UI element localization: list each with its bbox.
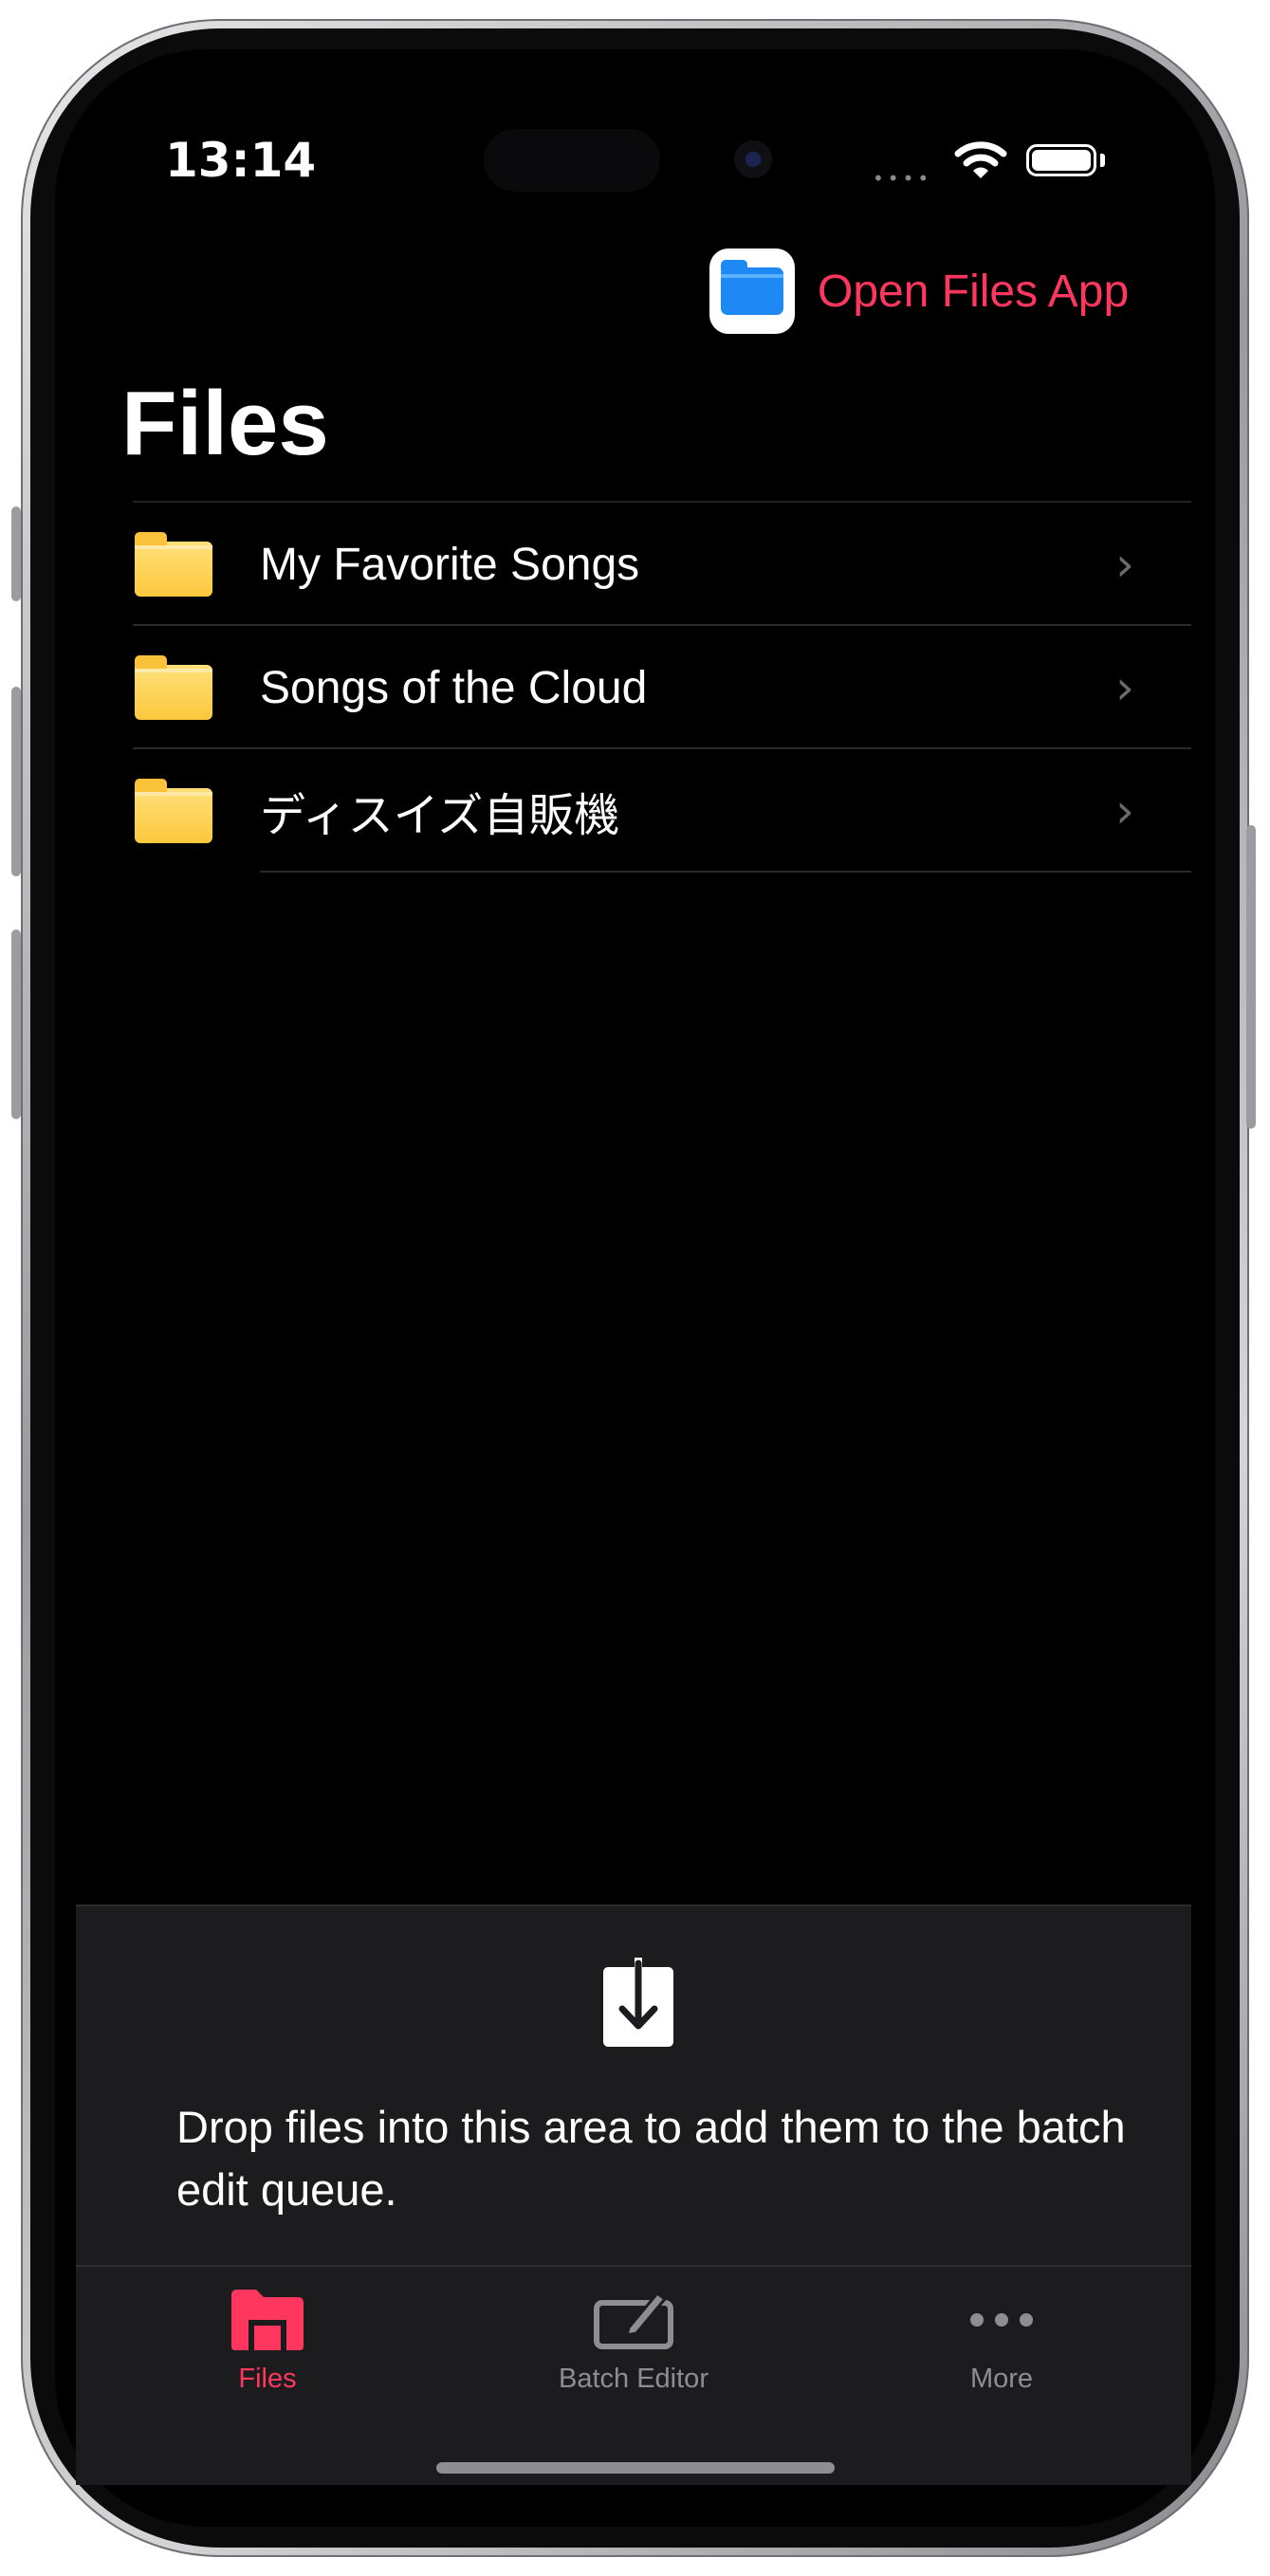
volume-down-button bbox=[11, 929, 21, 1119]
files-tab-icon bbox=[231, 2290, 304, 2350]
list-item[interactable]: Songs of the Cloud › bbox=[133, 626, 1191, 749]
more-icon bbox=[970, 2313, 1033, 2327]
page-title: Files bbox=[121, 373, 329, 474]
action-button bbox=[11, 506, 21, 601]
dynamic-island bbox=[484, 129, 660, 192]
battery-tip bbox=[1100, 154, 1105, 167]
row-separator bbox=[260, 871, 1191, 873]
tab-more[interactable]: More bbox=[859, 2286, 1144, 2395]
open-files-app-label: Open Files App bbox=[818, 266, 1130, 317]
status-time: 13:14 bbox=[165, 133, 317, 188]
folder-label: ディスイズ自販機 bbox=[260, 791, 620, 841]
folder-label: Songs of the Cloud bbox=[260, 662, 648, 713]
volume-up-button bbox=[11, 687, 21, 876]
chevron-right-icon: › bbox=[1115, 783, 1134, 838]
chevron-right-icon: › bbox=[1115, 537, 1134, 592]
tab-bar: Files Batch Editor More bbox=[76, 2265, 1191, 2485]
chevron-right-icon: › bbox=[1115, 660, 1134, 715]
wifi-icon bbox=[954, 140, 1007, 186]
home-indicator[interactable] bbox=[436, 2462, 835, 2474]
tab-batch-editor-label: Batch Editor bbox=[559, 2364, 709, 2394]
open-files-app-button[interactable]: Open Files App bbox=[709, 248, 1129, 334]
tab-more-label: More bbox=[969, 2364, 1034, 2394]
power-button bbox=[1246, 825, 1256, 1129]
camera-icon bbox=[734, 140, 772, 178]
cellular-signal-icon: •••• bbox=[873, 167, 933, 190]
folder-list: My Favorite Songs › Songs of the Cloud ›… bbox=[133, 501, 1191, 873]
download-tray-icon bbox=[598, 1958, 679, 2052]
folder-icon bbox=[135, 779, 212, 843]
files-app-icon bbox=[709, 248, 795, 334]
battery-icon bbox=[1026, 144, 1096, 176]
list-item[interactable]: My Favorite Songs › bbox=[133, 503, 1191, 626]
list-item[interactable]: ディスイズ自販機 › bbox=[133, 749, 1191, 873]
folder-label: My Favorite Songs bbox=[260, 539, 640, 590]
tab-files-label: Files bbox=[238, 2364, 297, 2394]
drop-zone-text: Drop files into this area to add them to… bbox=[176, 2102, 1126, 2215]
drop-zone[interactable]: Drop files into this area to add them to… bbox=[76, 1904, 1191, 2267]
batch-editor-icon bbox=[594, 2291, 673, 2349]
tab-batch-editor[interactable]: Batch Editor bbox=[491, 2286, 776, 2395]
folder-icon bbox=[135, 655, 212, 720]
tab-files[interactable]: Files bbox=[125, 2286, 410, 2395]
folder-icon bbox=[135, 532, 212, 597]
